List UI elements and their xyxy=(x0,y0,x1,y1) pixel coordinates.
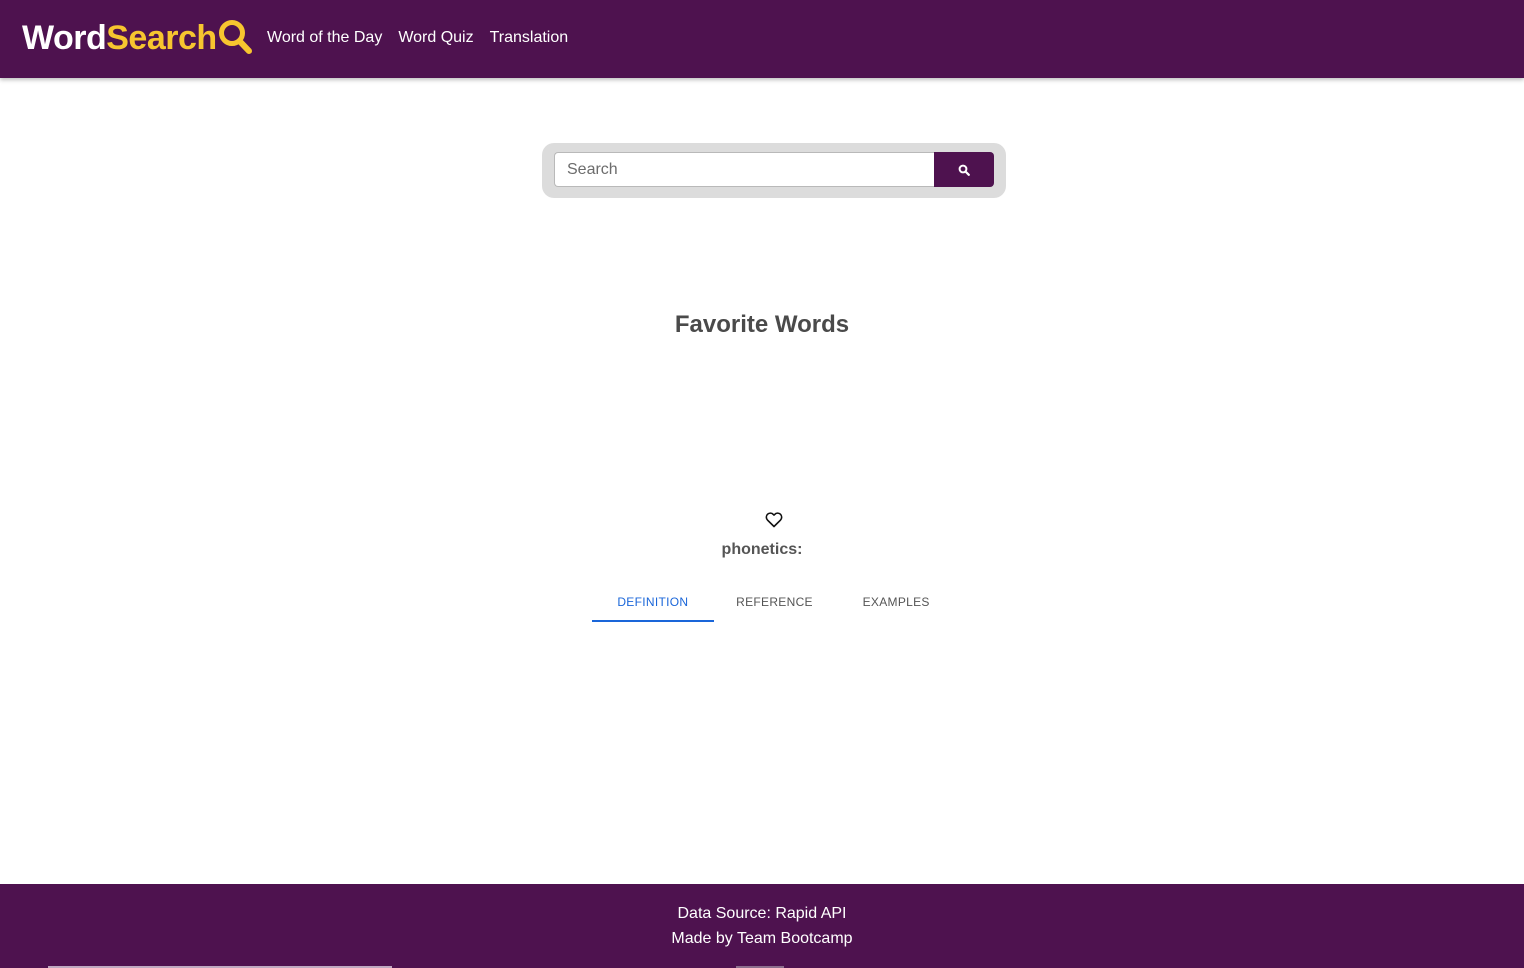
footer-data-source: Data Source: Rapid API xyxy=(677,905,847,922)
tab-reference[interactable]: REFERENCE xyxy=(714,581,836,622)
nav-translation[interactable]: Translation xyxy=(482,27,577,49)
tab-definition[interactable]: DEFINITION xyxy=(592,581,714,622)
nav-word-quiz[interactable]: Word Quiz xyxy=(390,27,481,49)
tab-examples[interactable]: EXAMPLES xyxy=(835,581,957,622)
nav-links: Word of the Day Word Quiz Translation xyxy=(259,27,576,49)
top-navbar: Word Search Word of the Day Word Quiz Tr… xyxy=(0,0,1524,78)
brand-word: Word xyxy=(22,18,107,57)
favorite-button[interactable] xyxy=(764,510,784,530)
favorite-words-title: Favorite Words xyxy=(674,311,850,338)
brand-logo[interactable]: Word Search xyxy=(22,18,253,58)
magnifier-icon xyxy=(218,20,252,54)
heart-outline-icon xyxy=(765,512,783,528)
brand-search: Search xyxy=(106,18,217,57)
search-button[interactable] xyxy=(934,152,994,187)
footer: Data Source: Rapid API Made by Team Boot… xyxy=(0,884,1524,968)
search-bar xyxy=(542,143,1006,198)
search-input[interactable] xyxy=(554,152,934,187)
search-icon xyxy=(958,164,970,176)
word-tabs: DEFINITION REFERENCE EXAMPLES xyxy=(592,581,957,622)
phonetics-label: phonetics: xyxy=(721,541,803,558)
nav-word-of-the-day[interactable]: Word of the Day xyxy=(259,27,390,49)
footer-credits: Made by Team Bootcamp xyxy=(671,930,853,947)
